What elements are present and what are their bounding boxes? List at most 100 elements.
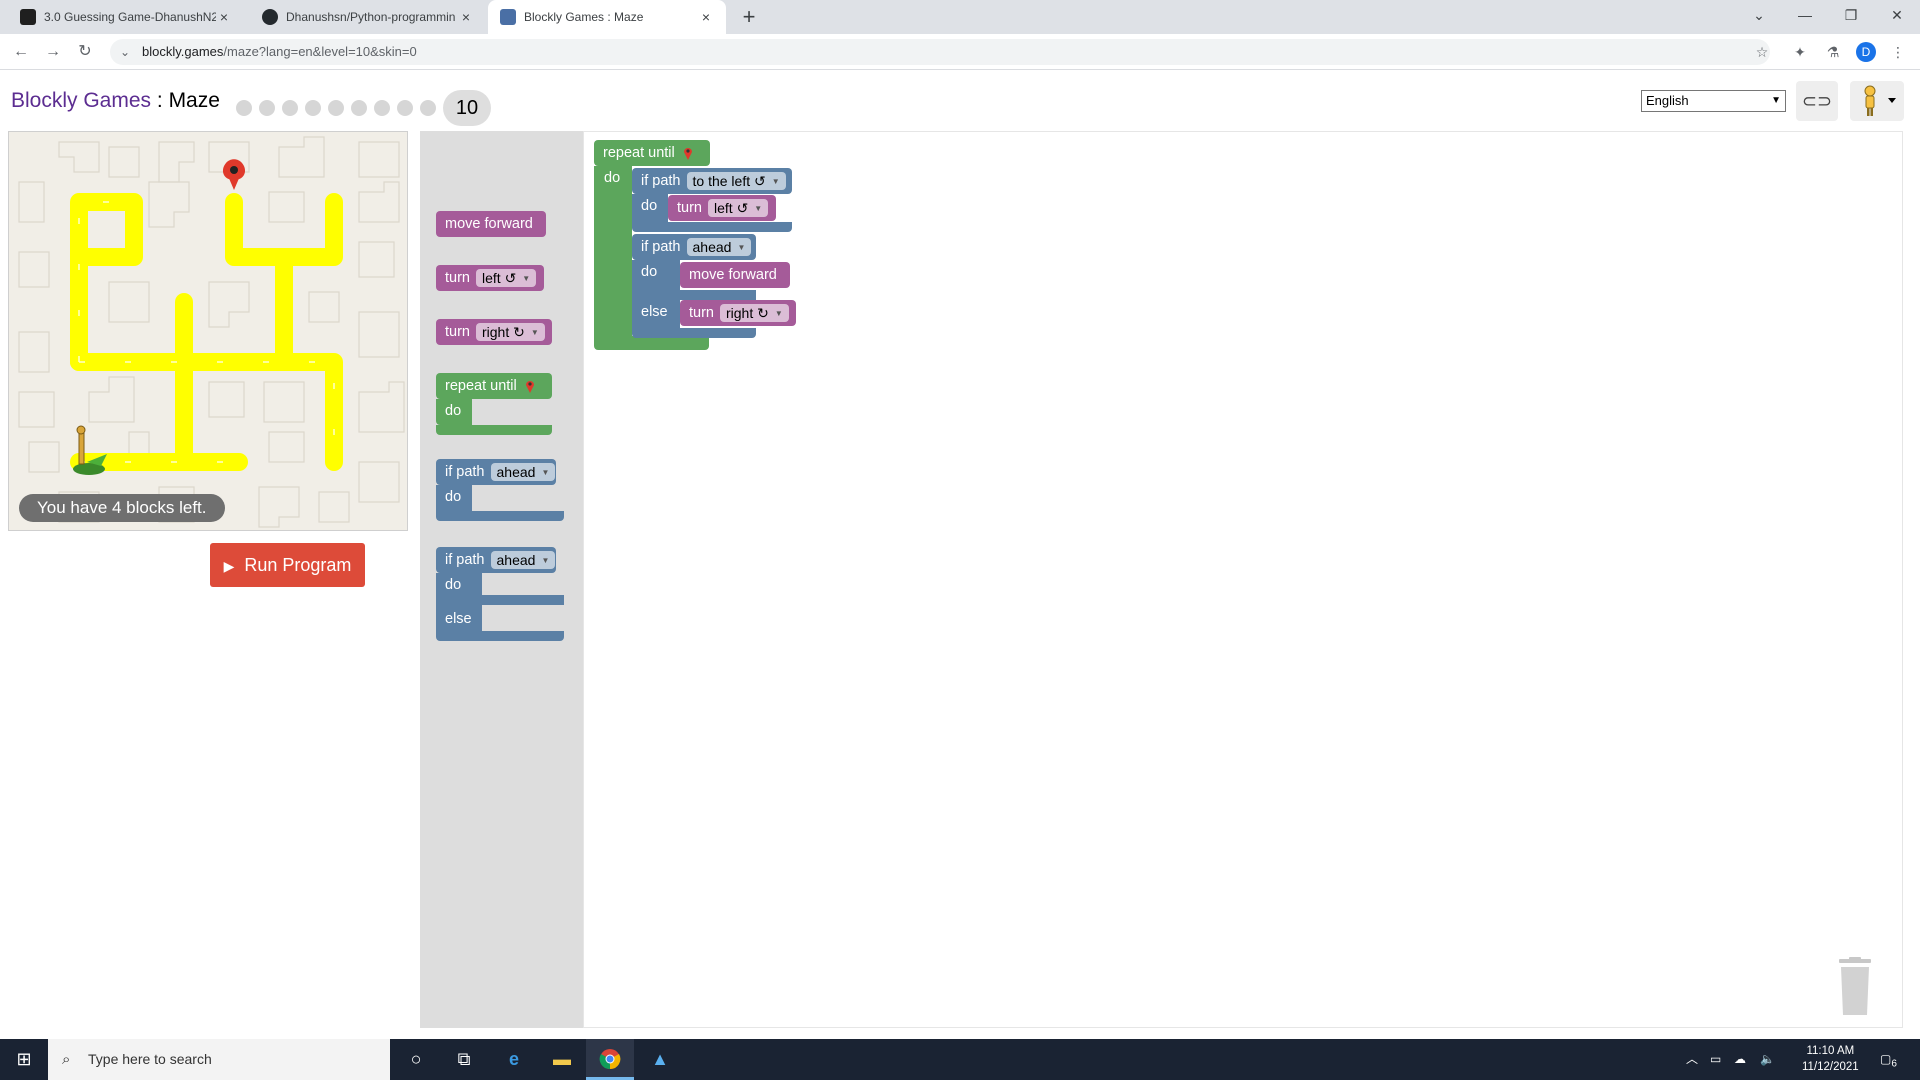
tab-search-chevron-icon[interactable]: ⌄: [1736, 0, 1782, 30]
level-dot-5[interactable]: [328, 100, 344, 116]
else-divider: [436, 595, 564, 605]
path-dropdown[interactable]: ahead ▼: [490, 463, 556, 481]
finish-marker-icon: [525, 381, 534, 393]
program-if-else-block[interactable]: if path ahead ▼ do else move forward turn…: [632, 234, 796, 338]
current-level-badge[interactable]: 10: [443, 90, 491, 126]
toolbox-if-path-block[interactable]: if path ahead ▼ do: [436, 459, 564, 521]
show-hidden-icons-chevron-icon[interactable]: ︿: [1686, 1039, 1698, 1080]
avatar-skin-button[interactable]: [1850, 81, 1904, 121]
path-dropdown[interactable]: ahead ▼: [490, 551, 556, 569]
program-turn-left-block[interactable]: turn left ↺ ▼: [668, 195, 776, 221]
block-header: if path to the left ↺ ▼: [632, 168, 792, 194]
program-if-left-block[interactable]: if path to the left ↺ ▼ do turn left ↺ ▼: [632, 168, 792, 232]
forward-arrow-icon[interactable]: →: [41, 40, 65, 64]
photos-app-icon[interactable]: ▲: [636, 1039, 684, 1080]
minimize-button[interactable]: —: [1782, 0, 1828, 30]
restore-button[interactable]: ❐: [1828, 0, 1874, 30]
toolbox-move-forward-block[interactable]: move forward: [436, 211, 546, 237]
level-dot-8[interactable]: [397, 100, 413, 116]
block-footer: [436, 511, 564, 521]
level-dot-1[interactable]: [236, 100, 252, 116]
toolbox-turn-right-block[interactable]: turn right ↻ ▼: [436, 319, 552, 345]
blockly-workspace[interactable]: repeat until do if path to the left ↺ ▼ d…: [583, 131, 1903, 1028]
back-arrow-icon[interactable]: ←: [9, 40, 33, 64]
taskbar-search-box[interactable]: ⌕ Type here to search: [48, 1039, 390, 1080]
link-chain-icon: ⊂⊃: [1801, 91, 1833, 111]
profile-avatar[interactable]: D: [1856, 42, 1876, 62]
toolbox-repeat-until-block[interactable]: repeat until do: [436, 373, 552, 435]
address-bar[interactable]: ⌄ blockly.games/maze?lang=en&level=10&sk…: [110, 39, 1770, 65]
clock-time: 11:10 AM: [1806, 1045, 1855, 1057]
toolbox-turn-left-block[interactable]: turn left ↺ ▼: [436, 265, 544, 291]
close-tab-icon[interactable]: ×: [458, 9, 474, 25]
tab-title: Blockly Games : Maze: [524, 10, 644, 24]
direction-dropdown[interactable]: left ↺ ▼: [708, 199, 769, 217]
replit-favicon-icon: [20, 9, 36, 25]
direction-dropdown[interactable]: left ↺ ▼: [476, 269, 537, 287]
browser-tab-strip: 3.0 Guessing Game-DhanushN2 × Dhanushsn/…: [0, 0, 1920, 34]
network-icon[interactable]: ▭: [1710, 1039, 1721, 1080]
do-label: do: [445, 577, 462, 593]
path-dropdown[interactable]: ahead ▼: [686, 238, 752, 256]
level-dot-6[interactable]: [351, 100, 367, 116]
level-dot-4[interactable]: [305, 100, 321, 116]
close-window-button[interactable]: ✕: [1874, 0, 1920, 30]
volume-speaker-icon[interactable]: 🔈: [1760, 1039, 1775, 1080]
reload-icon[interactable]: ↻: [73, 40, 97, 64]
github-favicon-icon: [262, 9, 278, 25]
site-info-chevron-icon[interactable]: ⌄: [120, 39, 130, 65]
tab-github-repo[interactable]: Dhanushsn/Python-programmin ×: [250, 0, 486, 34]
block-label: if path: [445, 464, 485, 480]
maze-canvas: You have 4 blocks left.: [8, 131, 408, 531]
blockly-games-link[interactable]: Blockly Games: [11, 89, 151, 112]
block-header: repeat until: [594, 140, 710, 166]
dropdown-caret-icon: ▼: [771, 176, 780, 186]
title-separator: :: [151, 89, 169, 112]
program-turn-right-block[interactable]: turn right ↻ ▼: [680, 300, 796, 326]
edge-browser-icon[interactable]: e: [490, 1039, 538, 1080]
block-body: [594, 166, 632, 344]
extensions-puzzle-icon[interactable]: ✦: [1790, 42, 1810, 62]
level-dot-2[interactable]: [259, 100, 275, 116]
link-button[interactable]: ⊂⊃: [1796, 81, 1838, 121]
file-explorer-folder-icon[interactable]: ▬: [538, 1039, 586, 1080]
new-tab-button[interactable]: +: [736, 4, 762, 30]
labs-flask-icon[interactable]: ⚗: [1823, 42, 1843, 62]
chrome-browser-icon[interactable]: [586, 1039, 634, 1080]
level-dot-7[interactable]: [374, 100, 390, 116]
block-footer: [436, 425, 552, 435]
block-header: repeat until: [436, 373, 552, 399]
dropdown-caret-icon: ▼: [522, 273, 531, 283]
language-select[interactable]: English ▼: [1641, 90, 1786, 112]
else-label: else: [445, 611, 472, 627]
direction-dropdown[interactable]: right ↻ ▼: [720, 304, 789, 322]
block-body: turn right ↻ ▼: [436, 319, 552, 345]
menu-kebab-icon[interactable]: ⋮: [1888, 42, 1908, 62]
finish-marker-icon: [222, 159, 246, 190]
pegman-icon: [1864, 85, 1896, 116]
task-view-icon[interactable]: ⧉: [440, 1039, 488, 1080]
dropdown-value: ahead: [496, 464, 536, 480]
level-dot-3[interactable]: [282, 100, 298, 116]
onedrive-cloud-icon[interactable]: ☁: [1734, 1039, 1746, 1080]
action-center-notification-icon[interactable]: ▢6: [1880, 1039, 1897, 1080]
direction-dropdown[interactable]: right ↻ ▼: [476, 323, 545, 341]
windows-start-icon[interactable]: ⊞: [0, 1039, 48, 1080]
path-dropdown[interactable]: to the left ↺ ▼: [686, 172, 786, 190]
level-dot-9[interactable]: [420, 100, 436, 116]
run-program-button[interactable]: ▶ Run Program: [210, 543, 365, 587]
toolbox-flyout: move forward turn left ↺ ▼ turn right ↻ ▼ …: [420, 131, 583, 1028]
close-tab-icon[interactable]: ×: [698, 9, 714, 25]
tab-guessing-game[interactable]: 3.0 Guessing Game-DhanushN2 ×: [8, 0, 244, 34]
bookmark-star-icon[interactable]: ☆: [1752, 42, 1772, 62]
dropdown-value: right ↻: [726, 304, 769, 321]
block-label: repeat until: [445, 378, 517, 394]
toolbox-if-else-block[interactable]: if path ahead ▼ do else: [436, 547, 564, 643]
close-tab-icon[interactable]: ×: [216, 9, 232, 25]
trash-can-icon[interactable]: [1833, 957, 1877, 1017]
tab-blockly-maze[interactable]: Blockly Games : Maze ×: [488, 0, 726, 34]
cortana-circle-icon[interactable]: ○: [392, 1039, 440, 1080]
taskbar-clock[interactable]: 11:10 AM 11/12/2021: [1802, 1043, 1859, 1075]
program-repeat-until-block[interactable]: repeat until do if path to the left ↺ ▼ d…: [594, 140, 796, 352]
program-move-forward-block[interactable]: move forward: [680, 262, 790, 288]
